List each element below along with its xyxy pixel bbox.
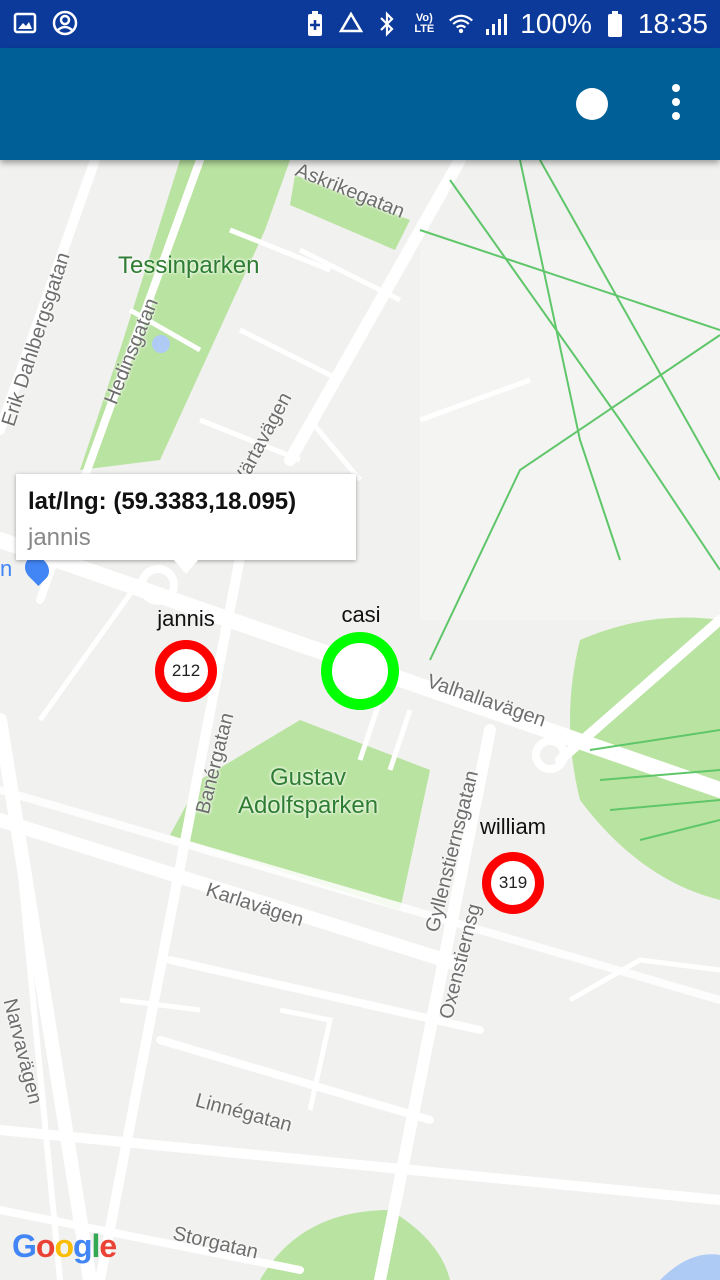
park-label-tessinparken: Tessinparken	[118, 252, 260, 279]
overflow-menu-icon[interactable]	[664, 84, 688, 124]
info-window-tail	[174, 560, 198, 574]
park-label-gustav-adolfsparken: Gustav Adolfsparken	[237, 764, 379, 819]
map-view[interactable]: Tessinparken Gustav Adolfsparken Askrike…	[0, 160, 720, 1280]
battery-percent: 100%	[520, 8, 592, 39]
volte-icon: Vo) LTE	[414, 12, 435, 35]
google-logo: Google	[12, 1228, 117, 1264]
image-icon	[12, 10, 38, 36]
status-bar: Vo) LTE 100% 18:35	[0, 0, 720, 48]
battery-saver-icon	[302, 11, 328, 37]
poi-label: n	[0, 556, 13, 581]
marker-jannis[interactable]: 212	[155, 640, 217, 702]
map-canvas	[0, 160, 720, 1280]
marker-count: 212	[171, 661, 201, 680]
clock: 18:35	[637, 8, 708, 39]
info-window[interactable]: lat/lng: (59.3383,18.095) jannis	[16, 474, 356, 574]
bluetooth-icon	[374, 11, 400, 37]
account-circle-icon	[52, 10, 78, 36]
info-window-title: lat/lng: (59.3383,18.095)	[28, 488, 297, 515]
marker-casi[interactable]	[321, 632, 399, 710]
data-saver-icon	[338, 11, 364, 37]
marker-label-william: william	[480, 814, 546, 839]
marker-william[interactable]: 319	[482, 852, 544, 914]
info-window-snippet: jannis	[28, 524, 91, 551]
marker-label-jannis: jannis	[157, 606, 215, 631]
wifi-icon	[448, 11, 474, 37]
marker-label-casi: casi	[341, 602, 381, 627]
signal-icon	[484, 11, 510, 37]
battery-icon	[602, 11, 628, 37]
marker-count: 319	[498, 873, 528, 892]
status-dot-icon[interactable]	[576, 88, 608, 120]
app-bar	[0, 48, 720, 160]
